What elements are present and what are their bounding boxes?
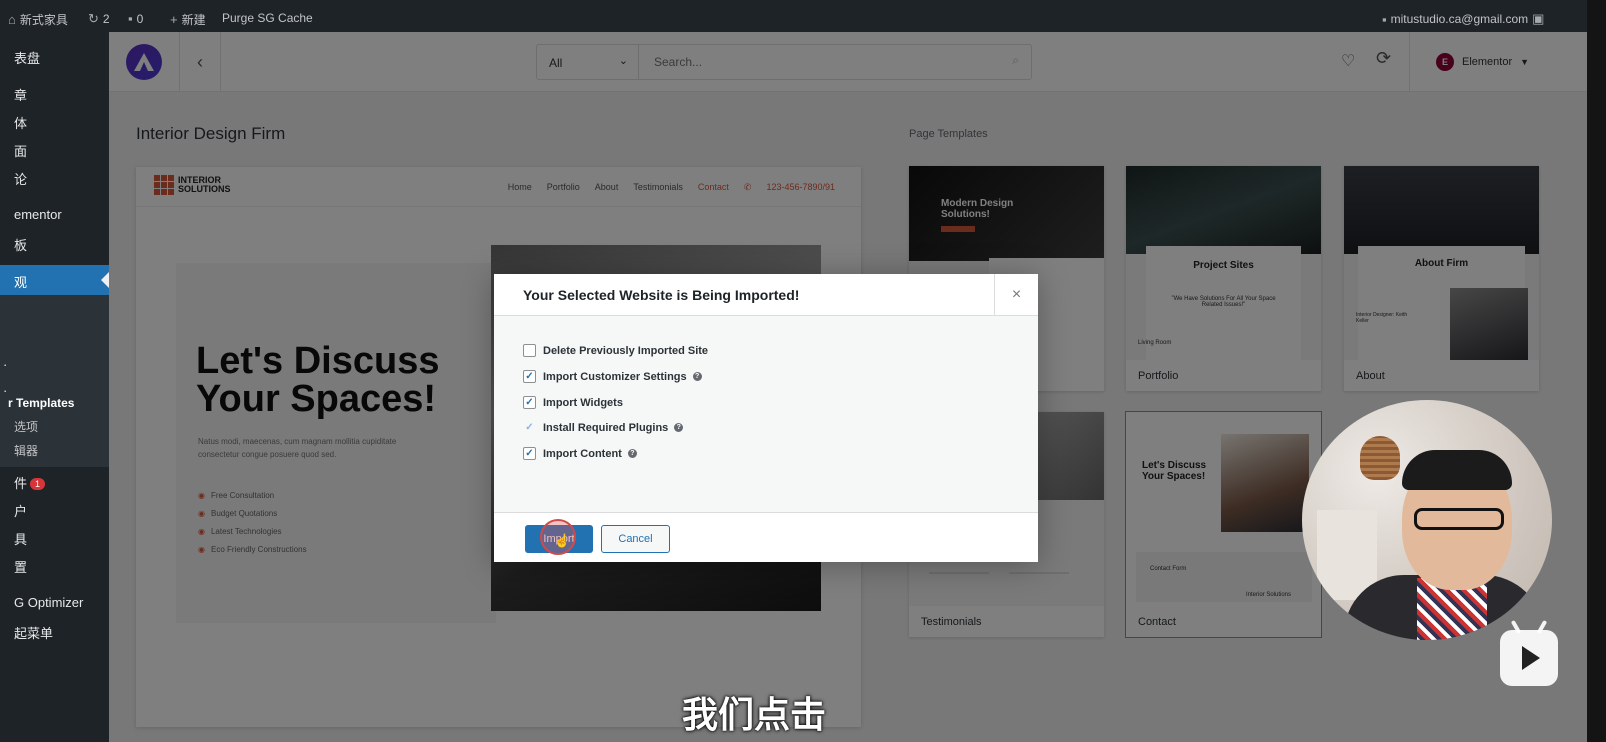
menu-item-settings[interactable]: 置 <box>14 557 27 576</box>
webcam-overlay <box>1302 400 1552 640</box>
option-import-content[interactable]: ✓ Import Content ? <box>523 447 637 460</box>
comment-icon: ▪ <box>128 11 133 26</box>
user-account-link[interactable]: ▪ mitustudio.ca@gmail.com ▣ <box>1382 11 1544 27</box>
updates-link[interactable]: ↻ 2 <box>88 11 110 27</box>
help-icon[interactable]: ? <box>627 449 637 458</box>
purge-cache-link[interactable]: Purge SG Cache <box>222 11 313 25</box>
option-label: Import Content <box>543 447 622 460</box>
menu-item-pages[interactable]: 面 <box>14 141 27 160</box>
checkbox-delete-previous[interactable] <box>523 344 536 357</box>
close-icon: × <box>1011 286 1022 303</box>
screen: ⌂ 新式家具 ↻ 2 ▪ 0 + 新建 Purge SG Cache ▪ mit… <box>0 0 1606 742</box>
menu-item-plugins-label: 件 <box>14 476 28 491</box>
checkbox-customizer-settings[interactable]: ✓ <box>523 370 536 383</box>
comments-count: 0 <box>136 11 144 26</box>
home-icon: ⌂ <box>8 12 16 27</box>
help-icon[interactable]: ? <box>692 372 702 381</box>
menu-item-plugins[interactable]: 件1 <box>14 473 46 492</box>
option-required-plugins: ✓ Install Required Plugins ? <box>523 421 684 434</box>
site-name-link[interactable]: ⌂ 新式家具 <box>8 11 68 28</box>
menu-item-users[interactable]: 户 <box>14 501 27 520</box>
help-icon[interactable]: ? <box>674 423 684 432</box>
menu-item-posts[interactable]: 章 <box>14 85 27 104</box>
new-content-link[interactable]: + 新建 <box>170 11 206 28</box>
avatar: ▣ <box>1532 11 1545 26</box>
submenu-editor[interactable]: 辑器 <box>14 442 38 459</box>
modal-header: Your Selected Website is Being Imported!… <box>494 274 1038 316</box>
purge-label: Purge SG Cache <box>222 11 313 25</box>
plugins-badge: 1 <box>30 478 46 490</box>
refresh-icon: ↻ <box>88 11 99 26</box>
checkbox-widgets[interactable]: ✓ <box>523 396 536 409</box>
site-name: 新式家具 <box>19 13 68 27</box>
user-email: mitustudio.ca@gmail.com <box>1390 12 1529 26</box>
play-triangle-icon <box>1522 646 1540 670</box>
menu-item-dashboard[interactable]: 表盘 <box>14 48 40 67</box>
menu-item-dot-2: · <box>3 383 8 398</box>
menu-item-appearance[interactable]: 观 <box>0 265 109 295</box>
comments-link[interactable]: ▪ 0 <box>128 11 143 26</box>
active-indicator <box>101 272 109 288</box>
option-label: Install Required Plugins <box>543 421 669 434</box>
updates-count: 2 <box>102 12 110 26</box>
modal-body: Delete Previously Imported Site ✓ Import… <box>494 316 1038 512</box>
cancel-button[interactable]: Cancel <box>601 525 670 553</box>
menu-item-media[interactable]: 体 <box>14 113 27 132</box>
presenter-glasses <box>1414 508 1504 530</box>
menu-item-elementor[interactable]: ementor <box>14 207 62 222</box>
option-delete-previous[interactable]: Delete Previously Imported Site <box>523 344 708 357</box>
window-edge <box>1587 0 1606 742</box>
import-modal: Your Selected Website is Being Imported!… <box>494 274 1038 562</box>
checkbox-import-content[interactable]: ✓ <box>523 447 536 460</box>
menu-item-dot-1: · <box>3 357 8 372</box>
menu-item-collapse[interactable]: 起菜单 <box>14 623 53 642</box>
hand-cursor-icon: ☝ <box>554 533 571 548</box>
background-lamp <box>1360 436 1400 480</box>
option-label: Import Widgets <box>543 396 623 409</box>
close-button[interactable]: × <box>994 274 1038 316</box>
submenu-starter-templates[interactable]: r Templates <box>8 396 74 410</box>
option-widgets[interactable]: ✓ Import Widgets <box>523 396 623 409</box>
plus-icon: + <box>170 12 178 27</box>
modal-title: Your Selected Website is Being Imported! <box>523 287 800 303</box>
presenter-hair <box>1402 450 1512 490</box>
modal-footer: Import ☝ Cancel <box>494 512 1038 562</box>
option-label: Delete Previously Imported Site <box>543 344 709 357</box>
option-customizer-settings[interactable]: ✓ Import Customizer Settings ? <box>523 370 702 383</box>
menu-item-comments[interactable]: 论 <box>14 169 27 188</box>
user-icon: ▪ <box>1382 11 1387 27</box>
new-label: 新建 <box>181 13 206 27</box>
play-icon <box>1500 619 1558 688</box>
menu-item-tools[interactable]: 具 <box>14 529 27 548</box>
menu-item-appearance-label: 观 <box>14 275 28 290</box>
menu-item-templates[interactable]: 板 <box>14 235 27 254</box>
check-icon: ✓ <box>525 421 534 433</box>
appearance-submenu: · · r Templates 选项 辑器 <box>0 295 109 467</box>
video-subtitle: 我们点击 <box>682 695 827 736</box>
submenu-options[interactable]: 选项 <box>14 418 38 435</box>
wp-admin-menu: 表盘 章 体 面 论 ementor 板 观 · · r Templates 选… <box>0 32 109 742</box>
wp-admin-bar: ⌂ 新式家具 ↻ 2 ▪ 0 + 新建 Purge SG Cache ▪ mit… <box>0 0 1606 32</box>
option-label: Import Customizer Settings <box>543 370 687 383</box>
menu-item-sg-optimizer[interactable]: G Optimizer <box>14 595 83 610</box>
